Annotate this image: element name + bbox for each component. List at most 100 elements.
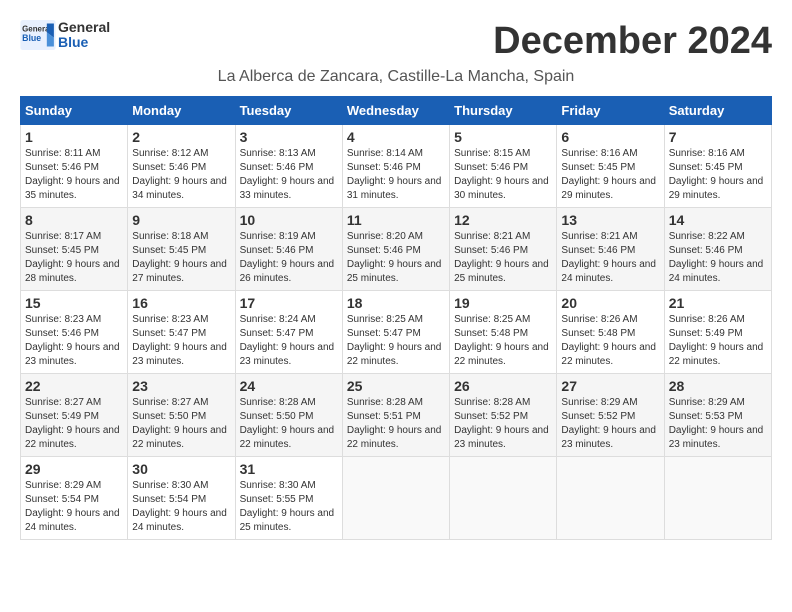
day-info: Sunrise: 8:29 AM Sunset: 5:54 PM Dayligh…: [25, 479, 123, 535]
subtitle: La Alberca de Zancara, Castille-La Manch…: [20, 68, 772, 86]
calendar-cell: [664, 457, 771, 540]
calendar-cell: 7 Sunrise: 8:16 AM Sunset: 5:45 PM Daylig…: [664, 125, 771, 208]
day-info: Sunrise: 8:28 AM Sunset: 5:51 PM Dayligh…: [347, 396, 445, 452]
calendar-cell: 15Sunrise: 8:23 AM Sunset: 5:46 PM Dayli…: [21, 291, 128, 374]
day-number: 5: [454, 129, 552, 145]
calendar-cell: 29 Sunrise: 8:29 AM Sunset: 5:54 PM Dayli…: [21, 457, 128, 540]
calendar-cell: 21 Sunrise: 8:26 AM Sunset: 5:49 PM Dayli…: [664, 291, 771, 374]
day-number: 31: [240, 461, 338, 477]
calendar-cell: 20 Sunrise: 8:26 AM Sunset: 5:48 PM Dayli…: [557, 291, 664, 374]
calendar-cell: [342, 457, 449, 540]
header: General Blue General Blue December 2024: [20, 20, 772, 63]
calendar-week-row: 8 Sunrise: 8:17 AM Sunset: 5:45 PM Daylig…: [21, 208, 772, 291]
svg-text:Blue: Blue: [22, 34, 41, 44]
day-info: Sunrise: 8:15 AM Sunset: 5:46 PM Dayligh…: [454, 147, 552, 203]
day-info: Sunrise: 8:22 AM Sunset: 5:46 PM Dayligh…: [669, 230, 767, 286]
day-number: 21: [669, 295, 767, 311]
day-number: 6: [561, 129, 659, 145]
logo: General Blue General Blue: [20, 20, 110, 51]
day-info: Sunrise: 8:29 AM Sunset: 5:53 PM Dayligh…: [669, 396, 767, 452]
calendar-cell: 6 Sunrise: 8:16 AM Sunset: 5:45 PM Daylig…: [557, 125, 664, 208]
calendar-cell: 10Sunrise: 8:19 AM Sunset: 5:46 PM Dayli…: [235, 208, 342, 291]
calendar-cell: 26 Sunrise: 8:28 AM Sunset: 5:52 PM Dayli…: [450, 374, 557, 457]
day-info: Sunrise: 8:30 AM Sunset: 5:55 PM Dayligh…: [240, 479, 338, 535]
calendar-cell: [557, 457, 664, 540]
day-info: Sunrise: 8:30 AM Sunset: 5:54 PM Dayligh…: [132, 479, 230, 535]
calendar-cell: 25 Sunrise: 8:28 AM Sunset: 5:51 PM Dayli…: [342, 374, 449, 457]
day-info: Sunrise: 8:11 AM Sunset: 5:46 PM Dayligh…: [25, 147, 123, 203]
day-info: Sunrise: 8:23 AM Sunset: 5:47 PM Dayligh…: [132, 313, 230, 369]
calendar-cell: 28 Sunrise: 8:29 AM Sunset: 5:53 PM Dayli…: [664, 374, 771, 457]
calendar-cell: 11 Sunrise: 8:20 AM Sunset: 5:46 PM Dayli…: [342, 208, 449, 291]
day-info: Sunrise: 8:28 AM Sunset: 5:52 PM Dayligh…: [454, 396, 552, 452]
day-info: Sunrise: 8:16 AM Sunset: 5:45 PM Dayligh…: [669, 147, 767, 203]
day-info: Sunrise: 8:24 AM Sunset: 5:47 PM Dayligh…: [240, 313, 338, 369]
calendar-table: SundayMondayTuesdayWednesdayThursdayFrid…: [20, 96, 772, 540]
calendar-week-row: 29 Sunrise: 8:29 AM Sunset: 5:54 PM Dayli…: [21, 457, 772, 540]
calendar-cell: 9Sunrise: 8:18 AM Sunset: 5:45 PM Daylig…: [128, 208, 235, 291]
day-header-friday: Friday: [557, 97, 664, 125]
calendar-cell: 30Sunrise: 8:30 AM Sunset: 5:54 PM Dayli…: [128, 457, 235, 540]
calendar-cell: 13 Sunrise: 8:21 AM Sunset: 5:46 PM Dayli…: [557, 208, 664, 291]
day-header-thursday: Thursday: [450, 97, 557, 125]
day-header-tuesday: Tuesday: [235, 97, 342, 125]
day-number: 20: [561, 295, 659, 311]
calendar-cell: 1 Sunrise: 8:11 AM Sunset: 5:46 PM Daylig…: [21, 125, 128, 208]
day-number: 1: [25, 129, 123, 145]
day-number: 8: [25, 212, 123, 228]
calendar-cell: 23Sunrise: 8:27 AM Sunset: 5:50 PM Dayli…: [128, 374, 235, 457]
day-number: 2: [132, 129, 230, 145]
month-title: December 2024: [493, 20, 772, 63]
day-number: 16: [132, 295, 230, 311]
calendar-week-row: 22Sunrise: 8:27 AM Sunset: 5:49 PM Dayli…: [21, 374, 772, 457]
day-number: 11: [347, 212, 445, 228]
calendar-cell: 22Sunrise: 8:27 AM Sunset: 5:49 PM Dayli…: [21, 374, 128, 457]
day-number: 28: [669, 378, 767, 394]
calendar-cell: 14Sunrise: 8:22 AM Sunset: 5:46 PM Dayli…: [664, 208, 771, 291]
day-number: 27: [561, 378, 659, 394]
day-header-monday: Monday: [128, 97, 235, 125]
calendar-week-row: 1 Sunrise: 8:11 AM Sunset: 5:46 PM Daylig…: [21, 125, 772, 208]
day-info: Sunrise: 8:23 AM Sunset: 5:46 PM Dayligh…: [25, 313, 123, 369]
calendar-cell: 2Sunrise: 8:12 AM Sunset: 5:46 PM Daylig…: [128, 125, 235, 208]
day-info: Sunrise: 8:19 AM Sunset: 5:46 PM Dayligh…: [240, 230, 338, 286]
calendar-cell: 27Sunrise: 8:29 AM Sunset: 5:52 PM Dayli…: [557, 374, 664, 457]
calendar-cell: 31 Sunrise: 8:30 AM Sunset: 5:55 PM Dayli…: [235, 457, 342, 540]
day-info: Sunrise: 8:26 AM Sunset: 5:49 PM Dayligh…: [669, 313, 767, 369]
day-info: Sunrise: 8:20 AM Sunset: 5:46 PM Dayligh…: [347, 230, 445, 286]
day-info: Sunrise: 8:26 AM Sunset: 5:48 PM Dayligh…: [561, 313, 659, 369]
page-wrapper: General Blue General Blue December 2024 …: [20, 20, 772, 540]
day-number: 4: [347, 129, 445, 145]
day-info: Sunrise: 8:17 AM Sunset: 5:45 PM Dayligh…: [25, 230, 123, 286]
day-number: 19: [454, 295, 552, 311]
calendar-header-row: SundayMondayTuesdayWednesdayThursdayFrid…: [21, 97, 772, 125]
calendar-cell: [450, 457, 557, 540]
day-info: Sunrise: 8:25 AM Sunset: 5:47 PM Dayligh…: [347, 313, 445, 369]
calendar-cell: 4 Sunrise: 8:14 AM Sunset: 5:46 PM Daylig…: [342, 125, 449, 208]
day-info: Sunrise: 8:13 AM Sunset: 5:46 PM Dayligh…: [240, 147, 338, 203]
day-number: 29: [25, 461, 123, 477]
day-info: Sunrise: 8:27 AM Sunset: 5:49 PM Dayligh…: [25, 396, 123, 452]
day-header-wednesday: Wednesday: [342, 97, 449, 125]
day-info: Sunrise: 8:18 AM Sunset: 5:45 PM Dayligh…: [132, 230, 230, 286]
calendar-cell: 8 Sunrise: 8:17 AM Sunset: 5:45 PM Daylig…: [21, 208, 128, 291]
calendar-cell: 16 Sunrise: 8:23 AM Sunset: 5:47 PM Dayli…: [128, 291, 235, 374]
day-info: Sunrise: 8:14 AM Sunset: 5:46 PM Dayligh…: [347, 147, 445, 203]
day-info: Sunrise: 8:21 AM Sunset: 5:46 PM Dayligh…: [561, 230, 659, 286]
day-number: 26: [454, 378, 552, 394]
day-number: 12: [454, 212, 552, 228]
calendar-cell: 17 Sunrise: 8:24 AM Sunset: 5:47 PM Dayli…: [235, 291, 342, 374]
day-info: Sunrise: 8:21 AM Sunset: 5:46 PM Dayligh…: [454, 230, 552, 286]
day-number: 24: [240, 378, 338, 394]
calendar-cell: 5 Sunrise: 8:15 AM Sunset: 5:46 PM Daylig…: [450, 125, 557, 208]
day-number: 13: [561, 212, 659, 228]
day-info: Sunrise: 8:25 AM Sunset: 5:48 PM Dayligh…: [454, 313, 552, 369]
day-number: 25: [347, 378, 445, 394]
day-number: 7: [669, 129, 767, 145]
day-info: Sunrise: 8:16 AM Sunset: 5:45 PM Dayligh…: [561, 147, 659, 203]
day-number: 17: [240, 295, 338, 311]
day-header-saturday: Saturday: [664, 97, 771, 125]
calendar-cell: 12 Sunrise: 8:21 AM Sunset: 5:46 PM Dayli…: [450, 208, 557, 291]
day-number: 3: [240, 129, 338, 145]
logo-general-text: General: [58, 20, 110, 35]
